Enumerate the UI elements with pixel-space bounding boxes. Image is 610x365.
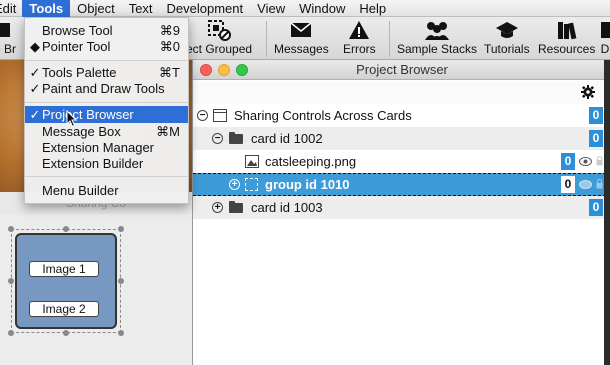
resize-handle[interactable] <box>8 278 14 284</box>
checkmark-icon: ✓ <box>29 107 41 122</box>
checkmark-icon: ✓ <box>29 81 41 96</box>
resize-handle[interactable] <box>63 226 69 232</box>
collapse-toggle-icon[interactable]: − <box>212 133 223 144</box>
tree-row-card[interactable]: − card id 1002 0 <box>193 127 610 150</box>
tree-row-label: card id 1003 <box>251 200 323 215</box>
tools-menu-dropdown: Browse Tool ⌘9 ◆ Pointer Tool ⌘0 ✓ Tools… <box>24 17 189 204</box>
lock-icon[interactable] <box>596 156 603 166</box>
warning-icon <box>348 19 370 41</box>
stack-canvas: Image 1 Image 2 <box>0 214 192 365</box>
eye-icon[interactable] <box>579 180 592 189</box>
envelope-icon <box>290 19 312 41</box>
select-grouped-button[interactable]: ect Grouped <box>186 19 252 59</box>
count-badge: 0 <box>589 199 603 216</box>
select-grouped-icon <box>206 19 232 41</box>
books-icon <box>556 19 578 41</box>
resources-button[interactable]: Resources <box>538 19 595 59</box>
project-browser-window: Project Browser − Sharing Controls Acros… <box>192 60 610 365</box>
menu-item-paint-draw-tools[interactable]: ✓ Paint and Draw Tools <box>25 80 188 97</box>
menu-tools[interactable]: Tools <box>22 0 71 17</box>
tree-row-label: Sharing Controls Across Cards <box>234 108 412 123</box>
mouse-cursor-icon <box>66 110 78 128</box>
dictionary-button[interactable]: D <box>600 19 610 59</box>
menu-view[interactable]: View <box>250 0 292 17</box>
image-icon <box>245 155 259 168</box>
tree-row-stack[interactable]: − Sharing Controls Across Cards 0 <box>193 104 610 127</box>
sample-stacks-button[interactable]: Sample Stacks <box>397 19 477 59</box>
resize-handle[interactable] <box>8 226 14 232</box>
resize-handle[interactable] <box>8 330 14 336</box>
menu-edit[interactable]: Edit <box>0 0 22 17</box>
window-edge <box>604 60 610 365</box>
menu-separator <box>25 60 188 61</box>
stack-icon <box>213 109 227 122</box>
resize-handle[interactable] <box>118 226 124 232</box>
menu-bar: Edit Tools Object Text Development View … <box>0 0 610 17</box>
count-badge: 0 <box>561 176 575 193</box>
expand-toggle-icon[interactable]: + <box>229 179 240 190</box>
folder-icon <box>229 132 243 144</box>
collapse-toggle-icon[interactable]: − <box>197 110 208 121</box>
tutorials-button[interactable]: Tutorials <box>484 19 530 59</box>
browse-tool-button[interactable]: e Br <box>0 19 16 59</box>
menu-item-browse-tool[interactable]: Browse Tool ⌘9 <box>25 22 188 39</box>
tree-row-label: group id 1010 <box>265 177 350 192</box>
eye-icon[interactable] <box>579 157 592 166</box>
dictionary-icon <box>600 19 610 41</box>
menu-item-project-browser[interactable]: ✓ Project Browser <box>25 106 188 123</box>
menu-item-pointer-tool[interactable]: ◆ Pointer Tool ⌘0 <box>25 38 188 55</box>
project-browser-header <box>193 81 610 104</box>
group-icon <box>245 178 258 191</box>
tree-row-image[interactable]: catsleeping.png 0 <box>193 150 610 173</box>
count-badge: 0 <box>561 153 575 170</box>
toolbar-divider <box>266 21 267 57</box>
resize-handle[interactable] <box>118 278 124 284</box>
messages-button[interactable]: Messages <box>274 19 329 59</box>
gear-icon[interactable] <box>581 85 595 99</box>
project-browser-title: Project Browser <box>356 62 448 77</box>
menu-item-extension-manager[interactable]: Extension Manager <box>25 139 188 156</box>
errors-button[interactable]: Errors <box>343 19 376 59</box>
tree-row-card[interactable]: + card id 1003 0 <box>193 196 610 219</box>
folder-icon <box>229 201 243 213</box>
image-2-button[interactable]: Image 2 <box>29 301 99 317</box>
resize-handle[interactable] <box>118 330 124 336</box>
diamond-icon: ◆ <box>30 39 40 54</box>
project-browser-titlebar[interactable]: Project Browser <box>193 60 610 80</box>
count-badge: 0 <box>589 130 603 147</box>
menu-text[interactable]: Text <box>122 0 160 17</box>
menu-separator <box>25 176 188 177</box>
menu-separator <box>25 102 188 103</box>
tree-row-label: card id 1002 <box>251 131 323 146</box>
image-1-button[interactable]: Image 1 <box>29 261 99 277</box>
menu-development[interactable]: Development <box>160 0 251 17</box>
count-badge: 0 <box>589 107 603 124</box>
tree-row-label: catsleeping.png <box>265 154 357 169</box>
menu-object[interactable]: Object <box>70 0 122 17</box>
menu-help[interactable]: Help <box>352 0 393 17</box>
checkmark-icon: ✓ <box>29 65 41 80</box>
browse-icon <box>0 19 12 41</box>
expand-toggle-icon[interactable]: + <box>212 202 223 213</box>
group-graphic[interactable]: Image 1 Image 2 <box>15 233 117 329</box>
menu-item-extension-builder[interactable]: Extension Builder <box>25 155 188 172</box>
toolbar-divider <box>389 21 390 57</box>
resize-handle[interactable] <box>63 330 69 336</box>
menu-item-menu-builder[interactable]: Menu Builder <box>25 182 188 199</box>
menu-item-message-box[interactable]: Message Box ⌘M <box>25 123 188 140</box>
people-icon <box>423 19 451 41</box>
tree-row-group-selected[interactable]: + group id 1010 0 <box>193 173 610 196</box>
menu-item-tools-palette[interactable]: ✓ Tools Palette ⌘T <box>25 64 188 81</box>
graduation-cap-icon <box>495 19 519 41</box>
lock-icon[interactable] <box>596 179 603 189</box>
menu-window[interactable]: Window <box>292 0 352 17</box>
